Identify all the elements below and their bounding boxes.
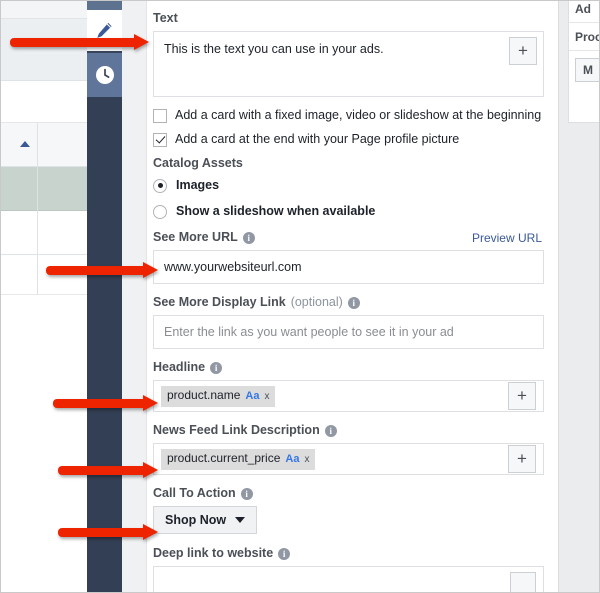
add-headline-button[interactable]: + [508, 382, 536, 410]
sheet-row-2-highlighted[interactable] [1, 167, 87, 211]
news-feed-description-label: News Feed Link Description [153, 423, 320, 438]
history-tab[interactable] [87, 53, 122, 97]
news-feed-description-input[interactable]: product.current_price Aa x + [153, 443, 544, 475]
headline-label: Headline [153, 360, 205, 375]
text-input[interactable]: This is the text you can use in your ads… [153, 31, 544, 97]
see-more-url-label-group: See More URL i [153, 230, 255, 245]
news-feed-description-token-remove[interactable]: x [304, 453, 309, 467]
sheet-row-1[interactable] [1, 123, 87, 167]
checkbox-fixed-card[interactable] [153, 109, 167, 123]
catalog-assets-title: Catalog Assets [153, 156, 544, 170]
rail-body [87, 97, 122, 593]
headline-token-format[interactable]: Aa [245, 389, 259, 403]
see-more-url-input[interactable]: www.yourwebsiteurl.com [153, 250, 544, 284]
info-icon[interactable]: i [348, 297, 360, 309]
radio-images-label: Images [176, 178, 219, 193]
deep-link-input[interactable] [153, 566, 544, 593]
deep-link-label-row: Deep link to website i [153, 546, 544, 561]
see-more-display-link-optional: (optional) [291, 295, 343, 310]
panel-gutter [122, 1, 147, 593]
add-deep-link-button[interactable] [510, 572, 536, 593]
add-text-button[interactable]: + [509, 37, 537, 65]
text-field-label: Text [153, 11, 544, 26]
right-panel-card: Ad Proc M [568, 1, 600, 123]
call-to-action-value: Shop Now [165, 513, 226, 527]
info-icon[interactable]: i [210, 362, 222, 374]
deep-link-label: Deep link to website [153, 546, 273, 561]
headline-input[interactable]: product.name Aa x + [153, 380, 544, 412]
headline-token-text: product.name [167, 388, 240, 402]
right-panel-section: Proc [575, 30, 600, 44]
radio-images[interactable] [153, 179, 167, 193]
checkbox-row-end-card[interactable]: Add a card at the end with your Page pro… [153, 132, 544, 147]
checkbox-end-card[interactable] [153, 133, 167, 147]
text-field-wrap: This is the text you can use in your ads… [153, 31, 544, 97]
sheet-column-divider [37, 123, 38, 295]
news-feed-description-token[interactable]: product.current_price Aa x [161, 449, 315, 470]
info-icon[interactable]: i [241, 488, 253, 500]
call-to-action-label: Call To Action [153, 486, 236, 501]
see-more-display-link-label: See More Display Link [153, 295, 286, 310]
checkbox-end-card-label: Add a card at the end with your Page pro… [175, 132, 459, 147]
checkbox-fixed-card-label: Add a card with a fixed image, video or … [175, 108, 541, 123]
see-more-display-link-wrap: Enter the link as you want people to see… [153, 315, 544, 349]
sheet-blank-block [1, 81, 87, 123]
radio-row-slideshow[interactable]: Show a slideshow when available [153, 204, 544, 219]
rail-top-cap [87, 1, 122, 10]
vertical-tab-rail [87, 1, 122, 593]
app-window: Text This is the text you can use in you… [0, 0, 600, 593]
news-feed-description-token-format[interactable]: Aa [285, 452, 299, 466]
right-panel-title: Ad [575, 2, 600, 16]
right-panel-divider [569, 22, 600, 23]
sheet-row-3[interactable] [1, 211, 87, 255]
see-more-url-label: See More URL [153, 230, 238, 245]
preview-url-link[interactable]: Preview URL [472, 231, 544, 245]
headline-label-row: Headline i [153, 360, 544, 375]
edit-tab[interactable] [87, 10, 122, 51]
info-icon[interactable]: i [278, 548, 290, 560]
add-news-feed-description-button[interactable]: + [508, 445, 536, 473]
sheet-row-4[interactable] [1, 255, 87, 295]
news-feed-description-token-text: product.current_price [167, 451, 280, 465]
right-panel-button[interactable]: M [575, 58, 600, 82]
see-more-url-label-row: See More URL i Preview URL [153, 230, 544, 245]
sheet-selected-block[interactable] [1, 19, 87, 81]
radio-slideshow-label: Show a slideshow when available [176, 204, 375, 219]
radio-row-images[interactable]: Images [153, 178, 544, 193]
call-to-action-dropdown[interactable]: Shop Now [153, 506, 257, 534]
see-more-display-link-label-row: See More Display Link (optional) i [153, 295, 544, 310]
pencil-icon [95, 21, 114, 40]
spreadsheet-strip [1, 1, 87, 593]
chevron-down-icon [235, 517, 245, 523]
news-feed-description-label-row: News Feed Link Description i [153, 423, 544, 438]
info-icon[interactable]: i [325, 425, 337, 437]
headline-token[interactable]: product.name Aa x [161, 386, 275, 407]
call-to-action-label-row: Call To Action i [153, 486, 544, 501]
ad-creative-form: Text This is the text you can use in you… [147, 1, 558, 593]
radio-slideshow[interactable] [153, 205, 167, 219]
info-icon[interactable]: i [243, 232, 255, 244]
see-more-display-link-input[interactable]: Enter the link as you want people to see… [153, 315, 544, 349]
clock-icon [95, 65, 115, 85]
right-panel-divider-2 [569, 50, 600, 51]
sheet-row-5[interactable] [1, 295, 87, 593]
checkbox-row-fixed-card[interactable]: Add a card with a fixed image, video or … [153, 108, 544, 123]
sort-ascending-icon[interactable] [20, 141, 30, 147]
see-more-url-wrap: www.yourwebsiteurl.com [153, 250, 544, 284]
text-label: Text [153, 11, 178, 26]
sheet-header-row [1, 1, 87, 19]
headline-token-remove[interactable]: x [264, 390, 269, 404]
right-side-panel: Ad Proc M [558, 1, 600, 593]
